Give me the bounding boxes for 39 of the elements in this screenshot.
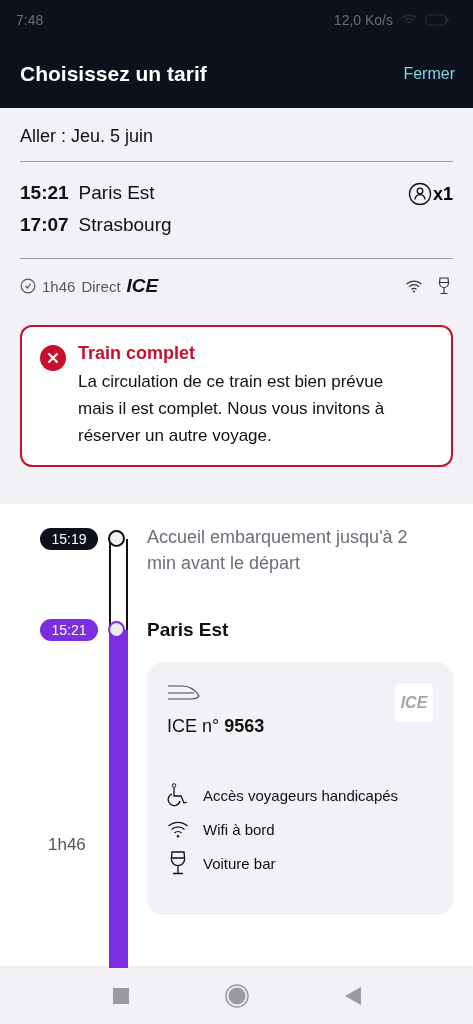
stop-time: 17:07: [20, 214, 69, 236]
train-number: ICE n° 9563: [167, 716, 266, 737]
service-label: Wifi à bord: [203, 820, 275, 838]
passenger-count: x1: [432, 183, 453, 205]
wifi-icon: [405, 279, 423, 293]
page-title: Choisissez un tarif: [20, 62, 207, 86]
wifi-icon: [167, 820, 189, 838]
close-button[interactable]: Fermer: [403, 65, 455, 83]
station-name: Strasbourg: [78, 214, 172, 236]
network-speed: 12,0 Ko/s: [333, 12, 393, 28]
alert-title: Train complet: [78, 343, 197, 364]
brand-logo: ICE: [395, 684, 433, 722]
time-badge: 15:19: [40, 528, 98, 550]
recents-button[interactable]: [112, 988, 129, 1004]
boarding-note: Accueil embarquement jusqu'à 2 min avant le départ: [147, 526, 409, 575]
alert-message: La circulation de ce train est bien prévue mais il est complet. Nous vous invitons à réserver un autre voyage.: [78, 371, 386, 447]
train-brand: ICE: [126, 275, 159, 297]
back-button[interactable]: [344, 987, 361, 1005]
service-label: Accès voyageurs handicapés: [203, 786, 399, 804]
station-name: Paris Est: [147, 619, 230, 641]
train-icon: [167, 684, 201, 702]
trip-duration: 1h46: [42, 277, 76, 295]
status-time: 7:48: [16, 12, 44, 28]
time-badge: 15:21: [40, 619, 98, 641]
stop-time: 15:21: [20, 182, 69, 204]
service-label: Voiture bar: [203, 854, 276, 872]
station-name: Paris Est: [78, 182, 155, 204]
wifi-icon: [401, 14, 417, 26]
segment-duration: 1h46: [48, 835, 86, 855]
person-icon: [407, 182, 432, 206]
wine-glass-icon: [437, 277, 451, 295]
trip-type: Direct: [81, 277, 121, 295]
trip-date: Aller : Jeu. 5 juin: [20, 126, 155, 148]
home-button[interactable]: [224, 984, 249, 1008]
error-icon: [40, 345, 66, 371]
clock-icon: [20, 278, 36, 294]
wheelchair-icon: [167, 783, 189, 807]
timeline-dot: [108, 530, 125, 547]
battery-icon: [425, 14, 449, 26]
